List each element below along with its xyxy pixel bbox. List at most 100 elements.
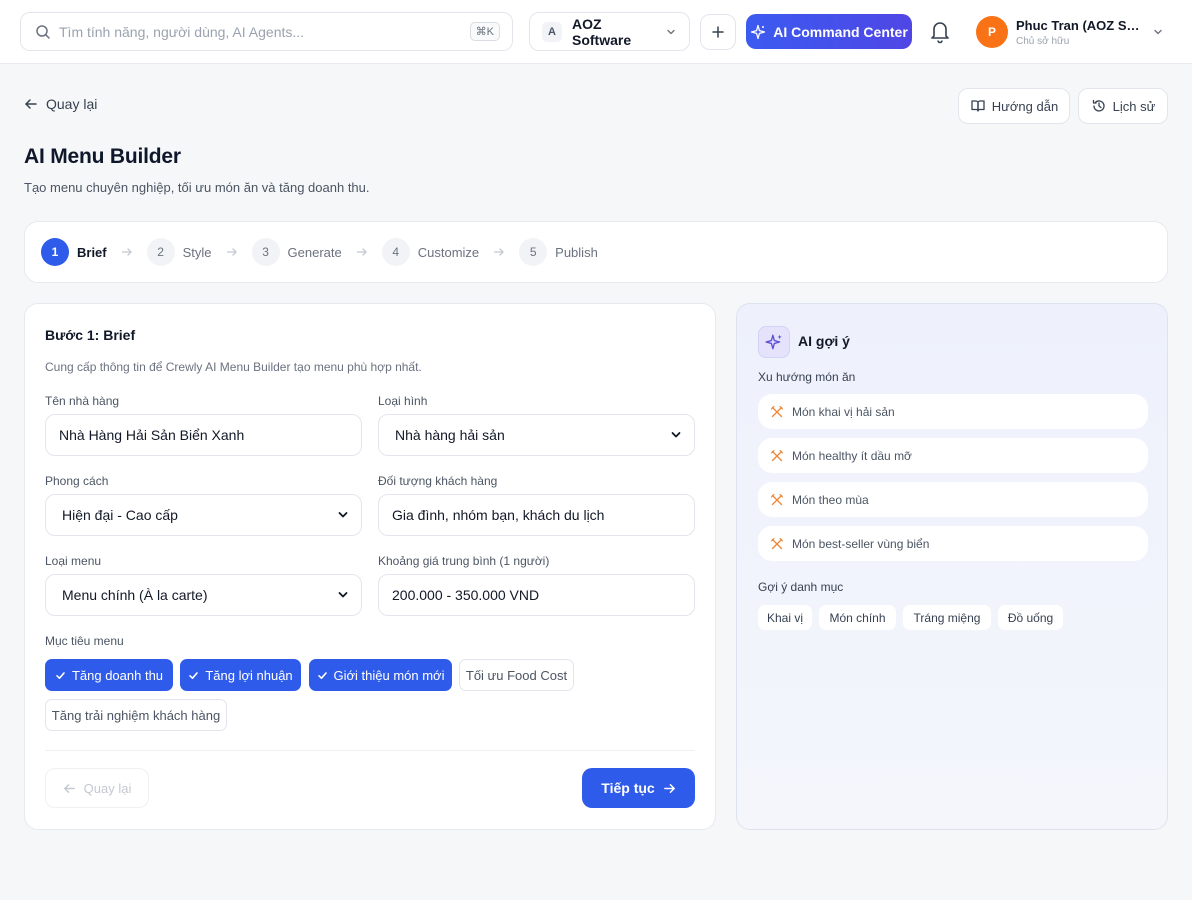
goal-chip-label: Giới thiệu món mới (333, 667, 445, 683)
step-style[interactable]: 2 Style (146, 238, 212, 266)
arrow-right-icon (663, 783, 675, 793)
workspace-badge: A (542, 21, 562, 42)
search-icon (36, 24, 50, 39)
step-label: Style (182, 244, 212, 260)
step-number: 3 (251, 238, 280, 266)
trend-item[interactable]: Món theo mùa (758, 482, 1148, 517)
step-number: 2 (146, 238, 175, 266)
category-chip[interactable]: Món chính (819, 605, 896, 630)
menu-type-value: Menu chính (À la carte) (62, 587, 208, 603)
style-label: Phong cách (45, 474, 109, 488)
check-icon (189, 671, 199, 679)
step-brief[interactable]: 1 Brief (41, 238, 107, 266)
step-number: 5 (519, 238, 548, 266)
goal-chip-revenue[interactable]: Tăng doanh thu (45, 659, 173, 691)
back-button-label: Quay lại (83, 780, 132, 796)
goal-chip-new-dishes[interactable]: Giới thiệu món mới (309, 659, 452, 691)
workspace-name: AOZ Software (572, 15, 632, 48)
form-description: Cung cấp thông tin để Crewly AI Menu Bui… (45, 360, 422, 374)
restaurant-name-input[interactable]: Nhà Hàng Hải Sản Biển Xanh (45, 414, 362, 456)
user-name: Phuc Tran (AOZ Software) (1016, 17, 1142, 33)
chevron-right-icon (121, 248, 132, 256)
page-subtitle: Tạo menu chuyên nghiệp, tối ưu món ăn và… (24, 180, 370, 195)
history-button[interactable]: Lịch sử (1078, 88, 1168, 124)
style-select[interactable]: Hiện đại - Cao cấp (45, 494, 362, 536)
ai-command-center-button[interactable]: AI Command Center (746, 14, 912, 49)
search-placeholder: Tìm tính năng, người dùng, AI Agents... (59, 23, 305, 40)
utensils-icon (770, 405, 784, 417)
chevron-down-icon (1154, 29, 1162, 35)
user-menu[interactable]: P Phuc Tran (AOZ Software) Chủ sở hữu (976, 14, 1172, 50)
arrow-left-icon (63, 783, 75, 793)
search-input[interactable]: Tìm tính năng, người dùng, AI Agents... … (20, 12, 513, 51)
notifications-button[interactable] (928, 18, 952, 44)
plus-icon (712, 26, 724, 38)
ai-sparkle-badge (758, 326, 790, 358)
step-customize[interactable]: 4 Customize (381, 238, 480, 266)
sparkle-icon (765, 334, 782, 350)
back-link[interactable]: Quay lại (24, 96, 97, 112)
next-button-label: Tiếp tục (601, 780, 655, 796)
category-label: Đồ uống (1007, 610, 1054, 625)
trend-item[interactable]: Món healthy ít dầu mỡ (758, 438, 1148, 473)
chevron-right-icon (226, 248, 237, 256)
form-title: Bước 1: Brief (45, 327, 136, 343)
goal-chip-profit[interactable]: Tăng lợi nhuận (180, 659, 301, 691)
avatar: P (976, 16, 1008, 48)
book-icon (971, 100, 985, 112)
audience-value: Gia đình, nhóm bạn, khách du lịch (392, 507, 605, 523)
step-label: Brief (77, 244, 107, 260)
goal-chip-experience[interactable]: Tăng trải nghiệm khách hàng (45, 699, 227, 731)
chevron-down-icon (667, 29, 675, 34)
chevron-right-icon (494, 248, 504, 256)
utensils-icon (770, 537, 784, 549)
step-publish[interactable]: 5 Publish (519, 238, 598, 266)
workspace-switcher[interactable]: A AOZ Software (529, 12, 690, 51)
goal-chip-label: Tăng lợi nhuận (205, 667, 293, 683)
categories-label: Gợi ý danh mục (758, 580, 844, 594)
step-number: 1 (41, 238, 69, 266)
user-role: Chủ sở hữu (1016, 35, 1070, 47)
step-number: 4 (381, 238, 410, 266)
price-input[interactable]: 200.000 - 350.000 VND (378, 574, 695, 616)
bell-icon (931, 22, 949, 44)
menu-type-label: Loại menu (45, 554, 102, 568)
price-value: 200.000 - 350.000 VND (392, 587, 540, 603)
step-label: Generate (287, 244, 342, 260)
category-label: Món chính (829, 610, 886, 625)
goal-chip-food-cost[interactable]: Tối ưu Food Cost (459, 659, 574, 691)
back-label: Quay lại (46, 96, 98, 112)
category-chip[interactable]: Đồ uống (998, 605, 1063, 630)
sparkle-icon (751, 24, 766, 39)
check-icon (317, 671, 327, 679)
step-label: Customize (417, 244, 480, 260)
back-button[interactable]: Quay lại (45, 768, 149, 808)
guide-label: Hướng dẫn (991, 98, 1059, 114)
category-chip[interactable]: Khai vị (758, 605, 812, 630)
history-icon (1092, 99, 1105, 112)
add-button[interactable] (700, 14, 736, 50)
type-label: Loại hình (378, 394, 428, 408)
next-button[interactable]: Tiếp tục (582, 768, 695, 808)
top-bar: Tìm tính năng, người dùng, AI Agents... … (0, 0, 1192, 64)
guide-button[interactable]: Hướng dẫn (958, 88, 1070, 124)
ai-command-center-label: AI Command Center (773, 23, 908, 40)
step-generate[interactable]: 3 Generate (251, 238, 342, 266)
brief-form-card: Bước 1: Brief Cung cấp thông tin để Crew… (24, 303, 716, 830)
chevron-right-icon (356, 248, 367, 256)
type-select[interactable]: Nhà hàng hải sản (378, 414, 695, 456)
audience-input[interactable]: Gia đình, nhóm bạn, khách du lịch (378, 494, 695, 536)
category-label: Tráng miệng (913, 610, 981, 625)
trend-label: Món healthy ít dầu mỡ (792, 448, 912, 463)
ai-suggestions-panel: AI gợi ý Xu hướng món ăn Món khai vị hải… (736, 303, 1168, 830)
search-shortcut: ⌘K (469, 22, 500, 41)
chevron-down-icon (338, 592, 348, 598)
arrow-left-icon (25, 99, 37, 109)
category-chip[interactable]: Tráng miệng (903, 605, 991, 630)
trend-item[interactable]: Món best-seller vùng biển (758, 526, 1148, 561)
category-label: Khai vị (766, 610, 804, 625)
menu-type-select[interactable]: Menu chính (À la carte) (45, 574, 362, 616)
audience-label: Đối tượng khách hàng (378, 474, 498, 488)
trend-item[interactable]: Món khai vị hải sản (758, 394, 1148, 429)
restaurant-name-value: Nhà Hàng Hải Sản Biển Xanh (59, 427, 245, 443)
